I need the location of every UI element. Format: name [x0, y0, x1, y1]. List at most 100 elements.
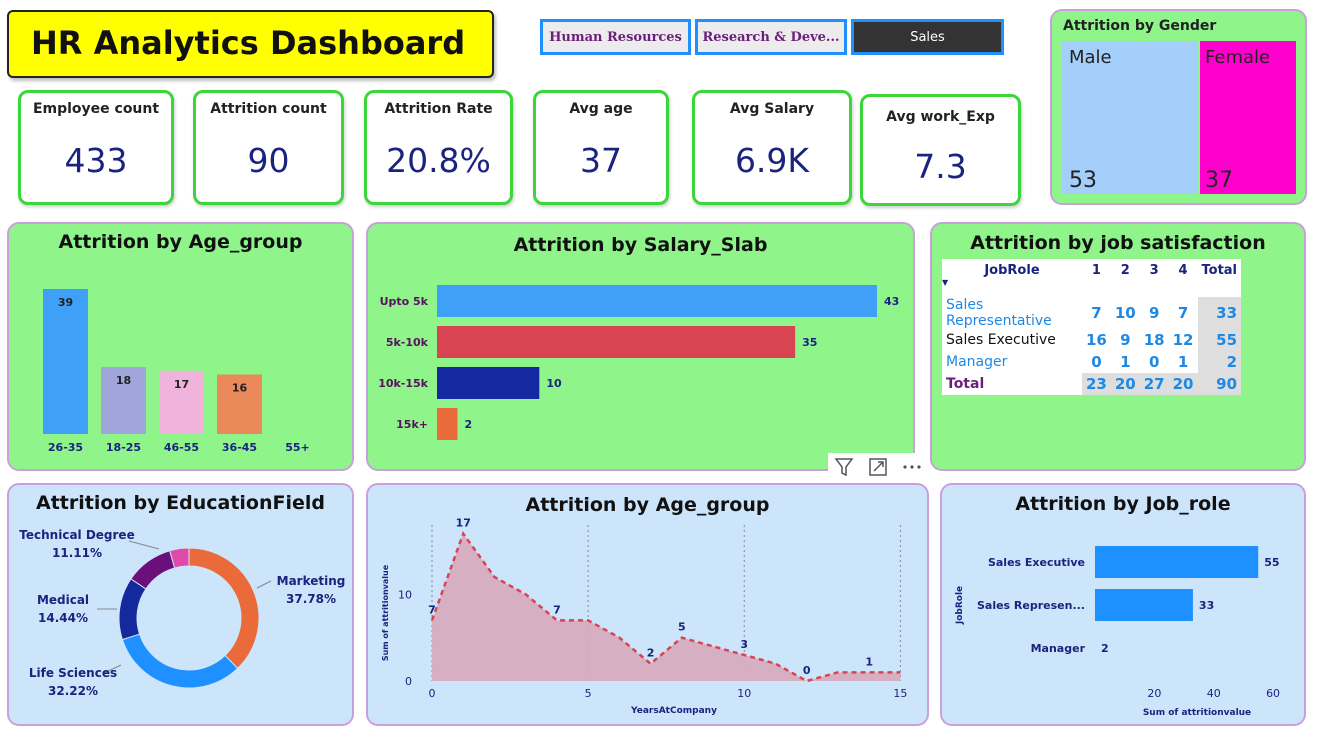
visual-header	[828, 453, 928, 481]
kpi-value: 20.8%	[386, 141, 491, 180]
donut-slice[interactable]	[130, 550, 176, 590]
donut-slice-pct: 14.44%	[38, 611, 88, 625]
matrix-value-cell: 33	[1197, 297, 1242, 329]
age-bar[interactable]	[43, 289, 88, 434]
treemap-female[interactable]: Female 37	[1200, 41, 1296, 194]
matrix-header[interactable]: 1	[1082, 259, 1111, 281]
donut-slice-name: Life Sciences	[29, 666, 117, 680]
y-tick-label: 10	[398, 588, 412, 601]
salary-value-label: 10	[546, 377, 562, 390]
kpi-avg-work-exp: Avg work_Exp 7.3	[860, 94, 1021, 206]
area-point-label: 3	[740, 638, 748, 651]
y-axis-title: Sum of attritionvalue	[381, 564, 390, 661]
matrix-role-cell: Manager	[946, 354, 1008, 370]
age-bar-label: 39	[58, 296, 73, 309]
kpi-avg-age: Avg age 37	[533, 90, 669, 205]
salary-bar[interactable]	[437, 408, 458, 440]
matrix-role-cell: Total	[946, 376, 985, 392]
salary-slab-panel: Attrition by Salary_Slab Upto 5k 43 5k-10k…	[366, 222, 915, 471]
matrix-value-cell: 10	[1114, 304, 1136, 322]
age-tick-label: 46-55	[164, 441, 199, 454]
matrix-table: JobRole 1 2 3 4 Total ▼ Sales Representative 7 10…	[942, 259, 1242, 395]
slicer-label: Sales	[910, 29, 945, 45]
kpi-label: Avg age	[569, 101, 633, 117]
job-satisfaction-panel: Attrition by job satisfaction JobRole 1 2 3…	[930, 222, 1306, 471]
donut-slice-name: Medical	[37, 593, 89, 607]
area-point-label: 2	[647, 647, 655, 660]
salary-bar[interactable]	[437, 367, 540, 399]
area-point-label: 17	[456, 517, 471, 530]
matrix-row[interactable]: Manager 0 1 0 1 2	[942, 351, 1242, 373]
matrix-value-cell: 20	[1168, 373, 1198, 395]
treemap-value: 37	[1205, 168, 1233, 193]
matrix-header[interactable]: 2	[1111, 259, 1140, 281]
area-point-label: 1	[865, 655, 873, 668]
job-role-chart: Sales Executive 55 Sales Represen... 33 Mana…	[955, 546, 1280, 718]
sort-desc-icon[interactable]: ▼	[942, 278, 948, 287]
area-point-label: 7	[428, 603, 436, 616]
kpi-avg-salary: Avg Salary 6.9K	[692, 90, 852, 205]
donut-slice[interactable]	[121, 633, 239, 689]
matrix-value-cell: 9	[1120, 331, 1131, 349]
donut-slice[interactable]	[188, 547, 260, 670]
x-axis-title: Sum of attritionvalue	[1143, 708, 1251, 718]
salary-bar[interactable]	[437, 326, 796, 358]
slicer-research-development[interactable]: Research & Deve...	[695, 19, 847, 55]
salary-category-label: Upto 5k	[380, 295, 429, 308]
matrix-value-cell: 0	[1148, 353, 1160, 371]
donut-slice-name: Technical Degree	[19, 528, 134, 542]
matrix-value-cell: 16	[1086, 331, 1107, 349]
matrix-header[interactable]: 4	[1169, 259, 1198, 281]
kpi-label: Avg work_Exp	[886, 109, 995, 125]
matrix-row[interactable]: Sales Executive 16 9 18 12 55	[942, 329, 1242, 351]
job-role-value-label: 55	[1264, 556, 1279, 569]
job-role-category-label: Sales Executive	[988, 556, 1085, 569]
area-point-label: 0	[803, 664, 811, 677]
x-tick-label: 10	[737, 687, 751, 700]
matrix-header[interactable]: 3	[1140, 259, 1169, 281]
job-role-bar[interactable]	[1095, 546, 1259, 578]
donut-slice-pct: 32.22%	[48, 684, 98, 698]
matrix-value-cell: 12	[1172, 331, 1194, 349]
treemap-value: 53	[1069, 168, 1097, 193]
job-role-bar[interactable]	[1095, 589, 1193, 621]
matrix-row[interactable]: Sales Representative 7 10 9 7 33	[942, 297, 1242, 329]
slicer-sales[interactable]: Sales	[851, 19, 1004, 55]
x-tick-label: 15	[893, 687, 907, 700]
age-tick-label: 18-25	[106, 441, 141, 454]
salary-value-label: 2	[464, 418, 472, 431]
age-group-chart: 39 26-35 18 18-25 17 46-55 16 36-45 55+	[43, 289, 310, 454]
y-tick-label: 0	[405, 675, 412, 688]
matrix-header[interactable]: Total	[1198, 259, 1242, 281]
treemap-male[interactable]: Male 53	[1062, 41, 1198, 194]
job-role-category-label: Sales Represen...	[977, 599, 1085, 612]
matrix-header[interactable]: JobRole	[942, 259, 1082, 281]
focus-mode-icon[interactable]	[869, 458, 887, 476]
job-satisfaction-title: Attrition by job satisfaction	[970, 232, 1266, 254]
matrix-value-cell: 7	[1091, 304, 1102, 322]
more-options-icon[interactable]	[903, 465, 921, 469]
gender-title: Attrition by Gender	[1063, 18, 1217, 34]
matrix-value-cell: 1	[1177, 353, 1189, 371]
area-point-label: 5	[678, 621, 686, 634]
kpi-attrition-count: Attrition count 90	[193, 90, 344, 205]
age-bar-label: 16	[232, 382, 248, 395]
filter-icon[interactable]	[834, 458, 854, 477]
matrix-value-cell: 2	[1197, 351, 1242, 373]
matrix-value-cell: 20	[1110, 373, 1140, 395]
x-tick-label: 40	[1207, 687, 1221, 700]
y-axis-title: JobRole	[955, 586, 965, 625]
job-role-category-label: Manager	[1031, 642, 1086, 655]
x-tick-label: 20	[1147, 687, 1161, 700]
matrix-value-cell: 55	[1197, 329, 1242, 351]
slicer-human-resources[interactable]: Human Resources	[540, 19, 691, 55]
donut-slice[interactable]	[118, 578, 147, 641]
kpi-label: Avg Salary	[729, 101, 815, 117]
job-role-value-label: 33	[1199, 599, 1214, 612]
age-tick-label: 55+	[285, 441, 310, 454]
salary-bar[interactable]	[437, 285, 877, 317]
education-panel: Attrition by EducationField Marketing 37.…	[7, 483, 354, 726]
kpi-label: Attrition count	[210, 101, 327, 117]
kpi-label: Employee count	[32, 101, 160, 117]
matrix-total-row[interactable]: Total 23 20 27 20 90	[942, 373, 1242, 395]
